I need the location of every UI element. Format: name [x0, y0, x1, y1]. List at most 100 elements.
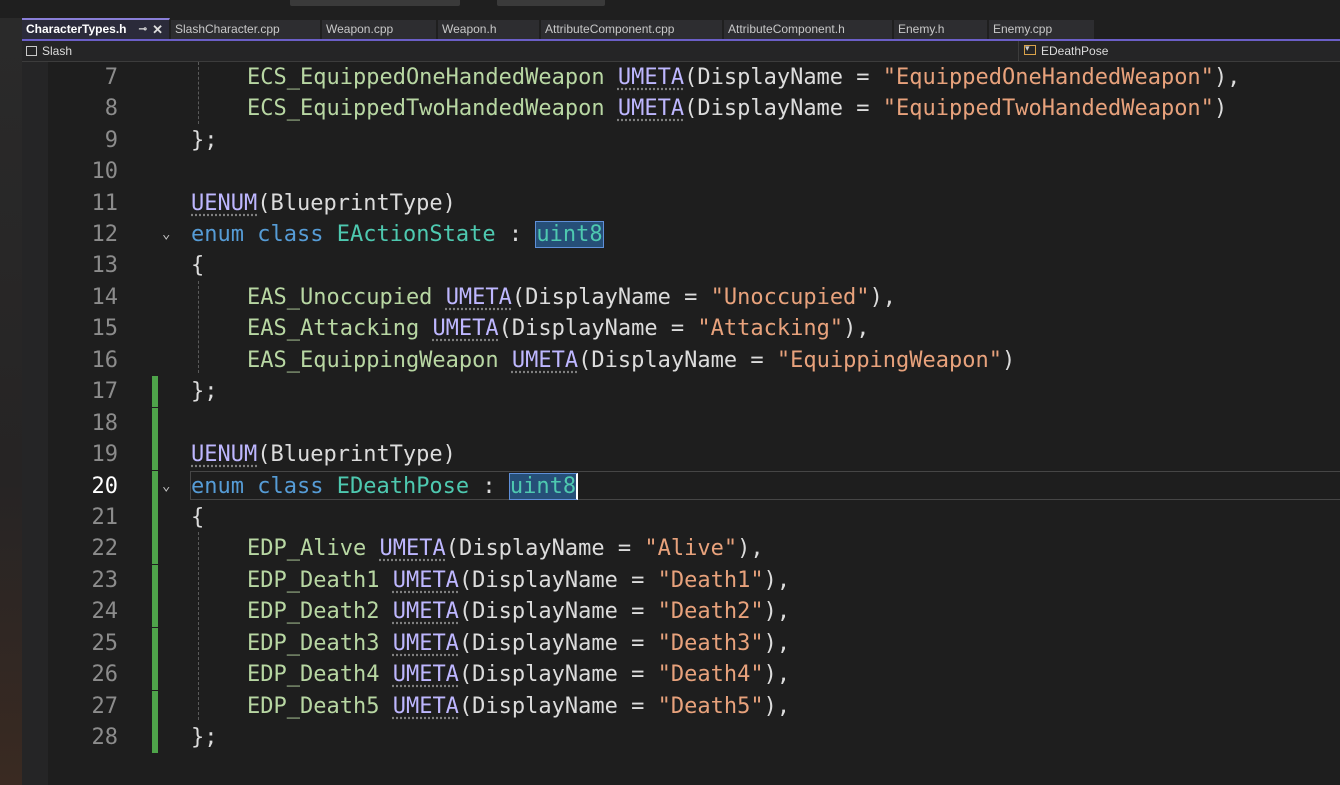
code-line[interactable]: 14 EAS_Unoccupied UMETA(DisplayName = "U…	[22, 282, 1340, 313]
code-line[interactable]: 9 };	[22, 125, 1340, 156]
activity-strip	[0, 18, 22, 785]
tab-label: Weapon.h	[442, 22, 497, 36]
tab-weapon-h[interactable]: Weapon.h	[438, 20, 540, 39]
line-code: enum class EDeathPose : uint8	[191, 473, 579, 500]
code-line[interactable]: 12 ⌄ enum class EActionState : uint8	[22, 219, 1340, 250]
change-indicator	[152, 722, 158, 753]
tab-enemy-cpp[interactable]: Enemy.cpp	[989, 20, 1095, 39]
line-number: 22	[91, 536, 119, 561]
code-line-current[interactable]: 20 ⌄ enum class EDeathPose : uint8	[22, 471, 1340, 502]
line-number: 9	[104, 128, 118, 153]
line-code: {	[191, 253, 205, 278]
title-bar-strip	[0, 0, 1340, 18]
code-line[interactable]: 23 EDP_Death1 UMETA(DisplayName = "Death…	[22, 565, 1340, 596]
enum-icon	[1024, 45, 1036, 55]
line-code: };	[191, 379, 218, 404]
symbol-label: EDeathPose	[1041, 44, 1109, 58]
code-line[interactable]: 8 ECS_EquippedTwoHandedWeapon UMETA(Disp…	[22, 93, 1340, 124]
code-editor[interactable]: 7 ECS_EquippedOneHandedWeapon UMETA(Disp…	[22, 62, 1340, 785]
line-number: 19	[91, 442, 119, 467]
code-line[interactable]: 15 EAS_Attacking UMETA(DisplayName = "At…	[22, 313, 1340, 344]
tab-slashcharacter-cpp[interactable]: SlashCharacter.cpp	[171, 20, 321, 39]
change-indicator	[152, 471, 158, 502]
change-indicator	[152, 439, 158, 470]
code-line[interactable]: 21 {	[22, 502, 1340, 533]
line-number: 20	[91, 474, 119, 499]
change-indicator	[152, 628, 158, 659]
code-line[interactable]: 18	[22, 408, 1340, 439]
line-code: enum class EActionState : uint8	[191, 221, 604, 248]
line-code: UENUM(BlueprintType)	[191, 442, 456, 467]
symbol-dropdown[interactable]: EDeathPose	[1018, 41, 1340, 61]
code-line[interactable]: 19 UENUM(BlueprintType)	[22, 439, 1340, 470]
line-number: 14	[91, 285, 119, 310]
code-line[interactable]: 26 EDP_Death4 UMETA(DisplayName = "Death…	[22, 659, 1340, 690]
tab-charactertypes-h[interactable]: CharacterTypes.h ⊸ ✕	[22, 18, 170, 39]
close-icon[interactable]: ✕	[152, 20, 163, 39]
line-code: };	[191, 725, 218, 750]
toolbar-control[interactable]	[290, 0, 460, 6]
line-number: 8	[104, 96, 118, 121]
line-code: };	[191, 128, 218, 153]
tab-label: CharacterTypes.h	[26, 22, 127, 36]
line-code: EDP_Death4 UMETA(DisplayName = "Death4")…	[247, 662, 791, 687]
code-line[interactable]: 27 EDP_Death5 UMETA(DisplayName = "Death…	[22, 691, 1340, 722]
line-code: EAS_Attacking UMETA(DisplayName = "Attac…	[247, 316, 870, 341]
toolbar-control[interactable]	[497, 0, 605, 6]
code-line[interactable]: 13 {	[22, 250, 1340, 281]
line-number: 17	[91, 379, 119, 404]
line-number: 7	[104, 65, 118, 90]
line-number: 25	[91, 631, 119, 656]
document-tab-bar: CharacterTypes.h ⊸ ✕ SlashCharacter.cpp …	[22, 18, 1340, 39]
change-indicator	[152, 533, 158, 564]
line-number: 12	[91, 222, 119, 247]
line-number: 21	[91, 505, 119, 530]
line-code: EDP_Alive UMETA(DisplayName = "Alive"),	[247, 536, 764, 561]
tab-enemy-h[interactable]: Enemy.h	[894, 20, 988, 39]
tab-label: SlashCharacter.cpp	[175, 22, 280, 36]
change-indicator	[152, 565, 158, 596]
line-number: 28	[91, 725, 119, 750]
tab-label: Enemy.h	[898, 22, 945, 36]
line-code: ECS_EquippedOneHandedWeapon UMETA(Displa…	[247, 65, 1241, 90]
code-line[interactable]: 25 EDP_Death3 UMETA(DisplayName = "Death…	[22, 628, 1340, 659]
navigation-bar: Slash ▾ EDeathPose	[22, 41, 1340, 62]
line-number: 24	[91, 599, 119, 624]
change-indicator	[152, 659, 158, 690]
line-code: UENUM(BlueprintType)	[191, 191, 456, 216]
line-code: EDP_Death2 UMETA(DisplayName = "Death2")…	[247, 599, 791, 624]
tab-label: Weapon.cpp	[326, 22, 394, 36]
code-line[interactable]: 10	[22, 156, 1340, 187]
fold-toggle-icon[interactable]: ⌄	[162, 471, 170, 502]
line-number: 16	[91, 348, 119, 373]
line-number: 26	[91, 662, 119, 687]
line-number: 11	[91, 191, 119, 216]
tab-attributecomponent-h[interactable]: AttributeComponent.h	[724, 20, 893, 39]
pin-icon[interactable]: ⊸	[139, 20, 147, 39]
tab-attributecomponent-cpp[interactable]: AttributeComponent.cpp	[541, 20, 723, 39]
tab-weapon-cpp[interactable]: Weapon.cpp	[322, 20, 437, 39]
line-number: 13	[91, 253, 119, 278]
code-line[interactable]: 7 ECS_EquippedOneHandedWeapon UMETA(Disp…	[22, 62, 1340, 93]
project-dropdown[interactable]: Slash	[26, 44, 72, 58]
code-line[interactable]: 22 EDP_Alive UMETA(DisplayName = "Alive"…	[22, 533, 1340, 564]
code-line[interactable]: 24 EDP_Death2 UMETA(DisplayName = "Death…	[22, 596, 1340, 627]
tab-label: AttributeComponent.cpp	[545, 22, 675, 36]
change-indicator	[152, 376, 158, 407]
code-line[interactable]: 17 };	[22, 376, 1340, 407]
line-code: {	[191, 505, 205, 530]
code-line[interactable]: 16 EAS_EquippingWeapon UMETA(DisplayName…	[22, 345, 1340, 376]
project-label: Slash	[42, 44, 73, 58]
line-code: EAS_EquippingWeapon UMETA(DisplayName = …	[247, 348, 1016, 373]
line-number: 18	[91, 411, 119, 436]
code-line[interactable]: 28 };	[22, 722, 1340, 753]
line-number: 27	[91, 694, 119, 719]
fold-toggle-icon[interactable]: ⌄	[162, 219, 170, 250]
code-line[interactable]: 11 UENUM(BlueprintType)	[22, 188, 1340, 219]
line-number: 23	[91, 568, 119, 593]
line-code: EDP_Death1 UMETA(DisplayName = "Death1")…	[247, 568, 791, 593]
tab-label: AttributeComponent.h	[728, 22, 845, 36]
line-number: 15	[91, 316, 119, 341]
change-indicator	[152, 691, 158, 722]
line-code: EDP_Death5 UMETA(DisplayName = "Death5")…	[247, 694, 791, 719]
